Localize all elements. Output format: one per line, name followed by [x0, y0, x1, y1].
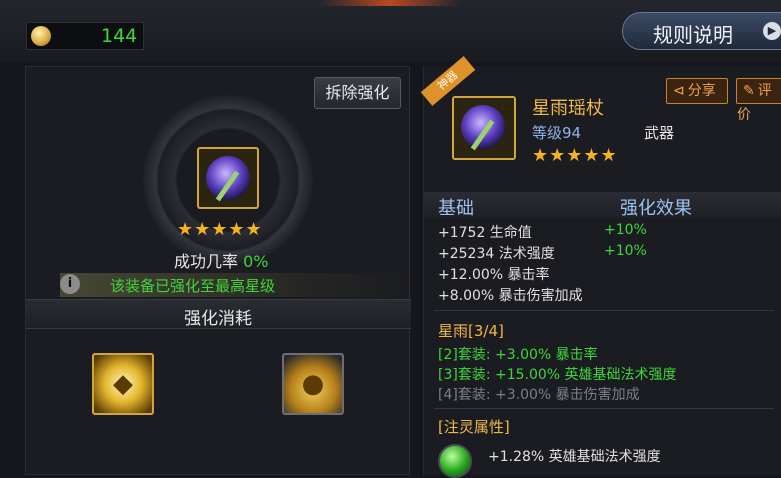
share-icon: ⊲: [673, 83, 685, 99]
equipped-item-slot[interactable]: [197, 147, 259, 209]
currency-display: 144: [26, 22, 144, 50]
staff-icon: [206, 156, 250, 200]
max-star-message: 该装备已强化至最高星级: [110, 277, 276, 295]
stat-hp-bonus: +10%: [604, 222, 647, 238]
share-button[interactable]: ⊲ 分享: [666, 78, 728, 104]
set-bonus-3: [3]套装: +15.00% 英雄基础法术强度: [438, 367, 677, 383]
base-header: 基础: [438, 198, 474, 219]
item-level: 等级94: [532, 124, 582, 142]
rules-label: 规则说明: [653, 23, 733, 47]
enhance-stone-icon[interactable]: ◆: [92, 353, 154, 415]
share-label: 分享: [687, 83, 716, 99]
coin-icon: [31, 26, 51, 46]
arrow-right-icon: ▶: [763, 22, 781, 40]
info-icon[interactable]: i: [60, 274, 80, 294]
divider: [434, 310, 774, 311]
item-icon: [452, 96, 516, 160]
stat-hp: +1752 生命值: [438, 225, 532, 241]
set-title: 星雨[3/4]: [438, 322, 504, 340]
remove-enhance-button[interactable]: 拆除强化: [314, 77, 401, 109]
staff-icon: [461, 105, 505, 149]
enhance-panel: 拆除强化 ★★★★★ 成功几率 0% i 该装备已强化至最高星级 强化消耗 ◆ …: [25, 66, 411, 475]
gold-coins-icon[interactable]: ●: [282, 353, 344, 415]
rules-button[interactable]: 规则说明 ▶: [622, 12, 781, 50]
top-decoration: [320, 0, 460, 6]
stats-header: 基础 强化效果: [424, 192, 781, 219]
set-bonus-4: [4]套装: +3.00% 暴击伤害加成: [438, 387, 640, 403]
item-stars: ★★★★★: [532, 145, 618, 166]
spirit-title: [注灵属性]: [438, 418, 510, 436]
cost-title: 强化消耗: [184, 309, 252, 329]
divider: [434, 408, 774, 409]
item-stars: ★★★★★: [177, 219, 263, 240]
max-star-notice: i 该装备已强化至最高星级: [60, 273, 410, 297]
stat-spell-power-bonus: +10%: [604, 243, 647, 259]
item-detail-panel: 神器 星雨瑶杖 等级94 武器 ★★★★★ ⊲ 分享 ✎ 评价 基础 强化效果 +1…: [420, 56, 781, 478]
currency-value: 144: [101, 25, 138, 47]
spirit-stat: +1.28% 英雄基础法术强度: [488, 449, 661, 465]
review-button[interactable]: ✎ 评价: [736, 78, 781, 123]
stat-spell-power: +25234 法术强度: [438, 246, 555, 262]
stat-crit-rate: +12.00% 暴击率: [438, 267, 550, 283]
set-bonus-2: [2]套装: +3.00% 暴击率: [438, 347, 598, 363]
rate-value: 0%: [243, 252, 269, 271]
spirit-orb-icon[interactable]: [438, 444, 472, 478]
item-name: 星雨瑶杖: [532, 98, 604, 119]
stat-crit-damage: +8.00% 暴击伤害加成: [438, 288, 583, 304]
success-rate: 成功几率 0%: [174, 248, 268, 272]
item-type: 武器: [644, 124, 675, 142]
effect-header: 强化效果: [620, 198, 692, 219]
top-bar: 144 规则说明 ▶: [0, 0, 781, 62]
cost-header: 强化消耗: [26, 299, 411, 329]
edit-icon: ✎: [743, 83, 755, 99]
rate-label: 成功几率: [174, 252, 244, 271]
